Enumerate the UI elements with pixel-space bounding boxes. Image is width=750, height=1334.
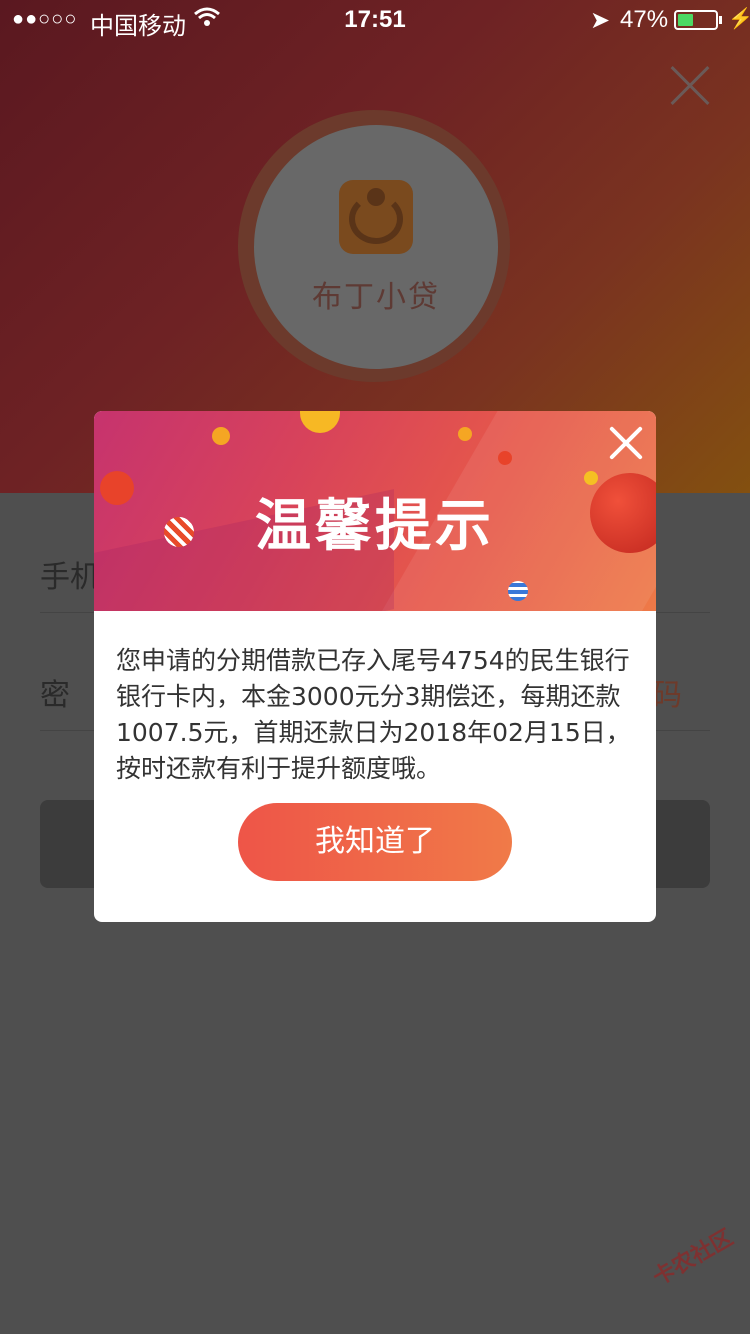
close-icon[interactable]	[606, 423, 646, 463]
confirm-button[interactable]: 我知道了	[238, 803, 512, 881]
decor-ball	[508, 581, 528, 601]
decor-ball	[498, 451, 512, 465]
notice-dialog: 温馨提示 您申请的分期借款已存入尾号4754的民生银行银行卡内，本金3000元分…	[94, 411, 656, 922]
app-name: 布丁小贷	[312, 280, 440, 315]
decor-ball	[458, 427, 472, 441]
close-icon[interactable]	[668, 64, 712, 108]
charging-icon: ⚡	[728, 8, 750, 30]
battery-percent: 47%	[620, 6, 669, 33]
status-bar: ●●○○○ 中国移动 17:51 ➤ 47% ⚡	[0, 0, 750, 40]
forgot-password-link[interactable]: 码	[652, 670, 682, 714]
app-logo-icon	[339, 180, 413, 254]
battery-icon	[674, 10, 718, 30]
dialog-message: 您申请的分期借款已存入尾号4754的民生银行银行卡内，本金3000元分3期偿还，…	[116, 646, 631, 783]
decor-ball	[300, 411, 340, 433]
dialog-header: 温馨提示	[94, 411, 656, 611]
phone-field-label[interactable]: 手机	[40, 552, 100, 596]
location-icon: ➤	[590, 7, 611, 34]
decor-ball	[212, 427, 230, 445]
dialog-title: 温馨提示	[255, 494, 495, 559]
